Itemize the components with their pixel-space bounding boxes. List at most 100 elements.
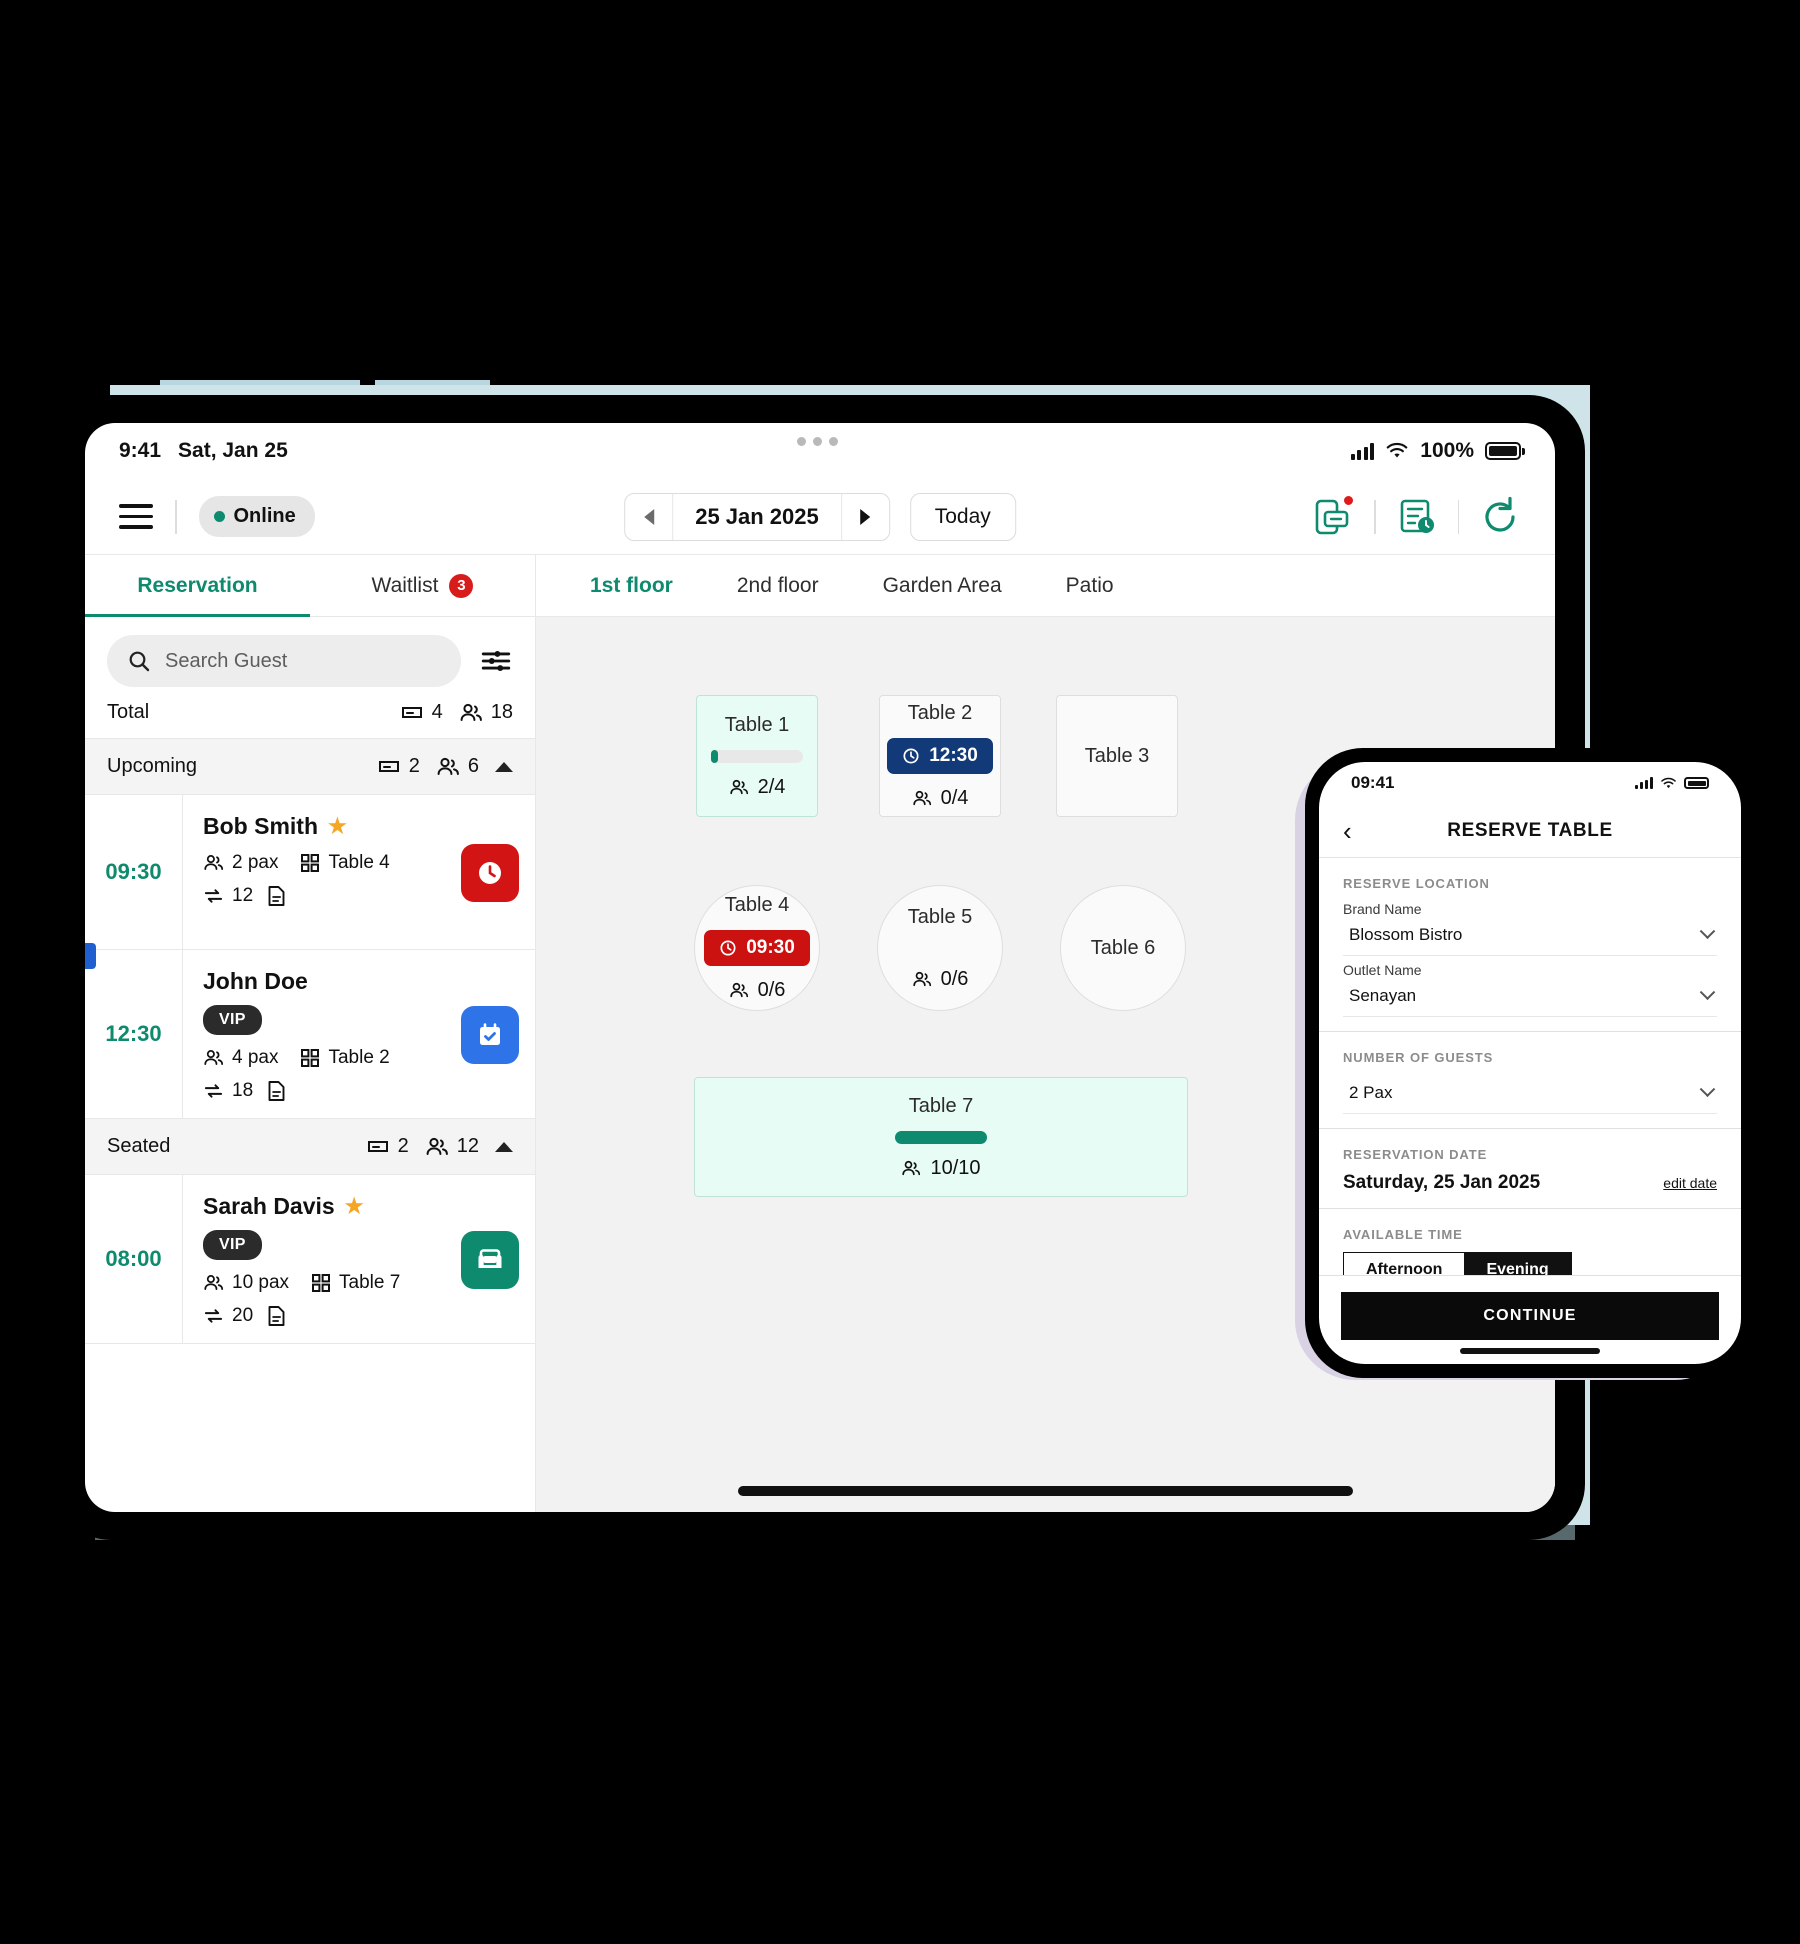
- grid-icon: [301, 1049, 320, 1068]
- star-icon: ★: [328, 815, 347, 838]
- waitlist-badge: 3: [449, 573, 474, 598]
- outlet-name-select[interactable]: Senayan: [1343, 978, 1717, 1017]
- repeat-value: 12: [232, 885, 254, 906]
- guests-icon: [204, 1275, 224, 1290]
- chevron-up-icon[interactable]: [495, 1141, 513, 1152]
- reservation-panel: Reservation Waitlist 3 Search Guest Tota…: [85, 555, 536, 1512]
- outlet-name-label: Outlet Name: [1343, 962, 1422, 978]
- occupancy-progress: [895, 1130, 987, 1144]
- action-button-calendar[interactable]: [461, 1006, 519, 1064]
- tablet-actions: [1312, 493, 1521, 538]
- document-clock-icon[interactable]: [1396, 496, 1438, 538]
- action-button-clock[interactable]: [461, 844, 519, 902]
- continue-button[interactable]: CONTINUE: [1341, 1292, 1719, 1340]
- floor-table-7[interactable]: Table 7 10/10: [694, 1077, 1188, 1197]
- table-capacity: 10/10: [901, 1156, 981, 1180]
- floor-tab-garden-area[interactable]: Garden Area: [851, 555, 1034, 617]
- note-icon[interactable]: [267, 885, 286, 907]
- group-guests: 12: [425, 1135, 479, 1158]
- floor-table-5[interactable]: Table 5 0/6: [877, 885, 1003, 1011]
- next-date-button[interactable]: [840, 493, 889, 540]
- refresh-icon[interactable]: [1479, 496, 1521, 538]
- wifi-icon: [1386, 442, 1408, 458]
- reservation-meta: 4 pax Table 2: [203, 1047, 461, 1069]
- guest-name-row: John Doe: [203, 968, 461, 995]
- capacity-value: 2/4: [757, 775, 786, 798]
- pax-info: 10 pax: [203, 1272, 289, 1294]
- search-input[interactable]: Search Guest: [107, 635, 461, 687]
- floor-table-6[interactable]: Table 6: [1060, 885, 1186, 1011]
- floor-tab-1st-floor[interactable]: 1st floor: [558, 555, 705, 617]
- group-tables: 2: [377, 755, 420, 778]
- chevron-up-icon[interactable]: [495, 761, 513, 772]
- segment-afternoon[interactable]: Afternoon: [1344, 1253, 1464, 1275]
- floor-tab-patio[interactable]: Patio: [1034, 555, 1146, 617]
- clock-icon: [479, 862, 501, 884]
- horizontal-scrollbar[interactable]: [536, 1486, 1555, 1496]
- reservation-meta-secondary: 18: [203, 1080, 461, 1102]
- pax-info: 2 pax: [203, 852, 278, 874]
- search-icon: [129, 651, 150, 672]
- brand-name-select[interactable]: Blossom Bistro: [1343, 917, 1717, 956]
- table-info: Table 4: [300, 852, 390, 874]
- reservation-time: 09:30: [105, 859, 162, 884]
- tab-waitlist[interactable]: Waitlist 3: [310, 555, 535, 616]
- today-button[interactable]: Today: [909, 492, 1016, 541]
- floor-tab-2nd-floor[interactable]: 2nd floor: [705, 555, 851, 617]
- section-title: AVAILABLE TIME: [1343, 1227, 1463, 1242]
- action-button-seat[interactable]: [461, 1231, 519, 1289]
- repeat-count: 18: [203, 1080, 253, 1102]
- capacity-value: 0/6: [940, 967, 969, 990]
- table-row[interactable]: 08:00 Sarah Davis ★ VIP 10 pax Table 7 2…: [85, 1175, 535, 1344]
- guests-icon: [204, 1050, 224, 1065]
- pax-value: 4 pax: [232, 1047, 279, 1068]
- prev-date-button[interactable]: [625, 493, 674, 540]
- capacity-value: 10/10: [930, 1156, 981, 1179]
- table-time-badge: 09:30: [704, 930, 810, 966]
- group-header-seated[interactable]: Seated 2 12: [85, 1119, 535, 1175]
- phone-header: ‹ RESERVE TABLE: [1319, 804, 1741, 858]
- table-row[interactable]: 09:30 Bob Smith ★ 2 pax Table 4 12: [85, 795, 535, 950]
- table-time-badge: 12:30: [887, 738, 993, 774]
- tablet-status-bar: 9:41 Sat, Jan 25 100%: [85, 423, 1555, 479]
- floor-table-1[interactable]: Table 1 2/4: [696, 695, 818, 817]
- tab-reservation[interactable]: Reservation: [85, 555, 310, 617]
- note-icon[interactable]: [267, 1305, 286, 1327]
- brand-name-label: Brand Name: [1343, 901, 1422, 917]
- table-row[interactable]: 12:30 John Doe VIP 4 pax Table 2 18: [85, 950, 535, 1119]
- battery-icon: [1684, 777, 1709, 789]
- total-guests: 18: [459, 701, 513, 724]
- table-info: Table 7: [311, 1272, 400, 1294]
- repeat-value: 20: [232, 1305, 254, 1326]
- table-label: Table 6: [1090, 936, 1156, 959]
- edit-date-link[interactable]: edit date: [1663, 1175, 1717, 1191]
- floor-table-2[interactable]: Table 2 12:30 0/4: [879, 695, 1001, 817]
- floor-table-4[interactable]: Table 4 09:30 0/6: [694, 885, 820, 1011]
- floor-table-3[interactable]: Table 3: [1056, 695, 1178, 817]
- segment-evening[interactable]: Evening: [1464, 1253, 1571, 1275]
- tab-waitlist-label: Waitlist: [371, 573, 439, 597]
- phone-device: 09:41 ‹ RESERVE TABLE RESERVE LOCATION B…: [1305, 748, 1755, 1378]
- repeat-icon: [204, 1309, 223, 1323]
- side-handle[interactable]: [85, 943, 96, 969]
- group-guests: 6: [436, 755, 479, 778]
- table-label: Table 7: [908, 1094, 974, 1117]
- capacity-value: 0/6: [757, 979, 786, 1001]
- note-icon[interactable]: [267, 1080, 286, 1102]
- guests-icon: [912, 971, 931, 986]
- status-date: Sat, Jan 25: [178, 439, 288, 462]
- star-icon: ★: [344, 1195, 364, 1218]
- guests-icon: [437, 757, 459, 775]
- tablet-top-bar: Online 25 Jan 2025 Today: [85, 479, 1555, 555]
- group-header-upcoming[interactable]: Upcoming 2 6: [85, 739, 535, 795]
- reservation-meta: 10 pax Table 7: [203, 1272, 461, 1294]
- table-label: Table 2: [907, 702, 973, 724]
- guests-icon: [902, 1160, 921, 1175]
- guests-select[interactable]: 2 Pax: [1343, 1075, 1717, 1114]
- signal-icon: [1635, 777, 1653, 789]
- filter-icon[interactable]: [479, 644, 513, 678]
- tab-reservation-label: Reservation: [137, 573, 258, 597]
- menu-icon[interactable]: [119, 504, 153, 529]
- table-time-value: 09:30: [746, 937, 795, 958]
- phone-message-icon[interactable]: [1312, 493, 1355, 538]
